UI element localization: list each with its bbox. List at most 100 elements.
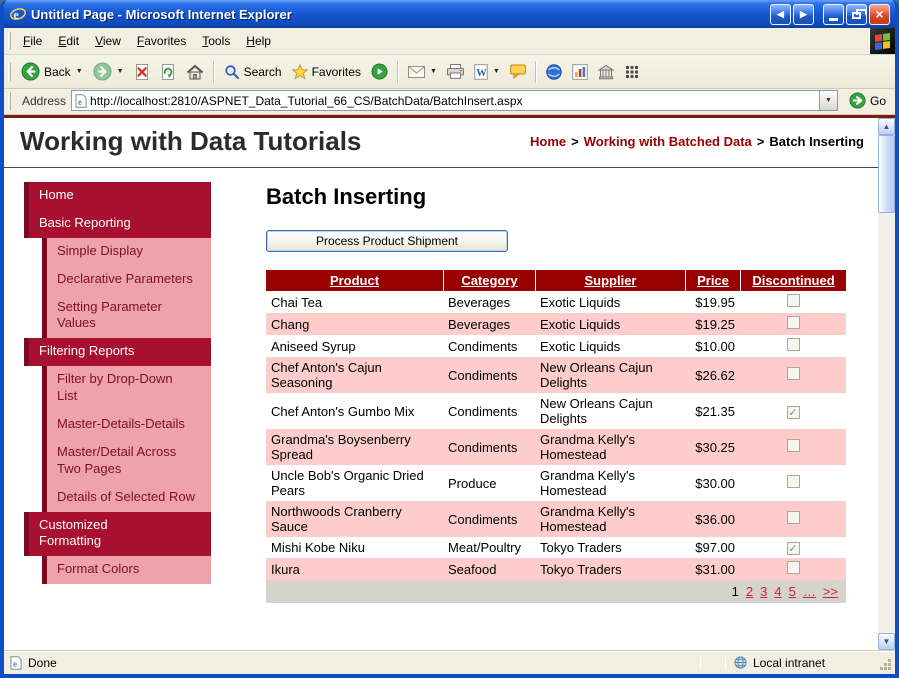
menu-edit[interactable]: Edit xyxy=(50,30,87,52)
favorites-button[interactable]: Favorites xyxy=(288,61,365,83)
mail-dropdown-chevron: ▼ xyxy=(430,68,437,75)
menu-view[interactable]: View xyxy=(87,30,129,52)
forward-button[interactable]: ▼ xyxy=(89,59,128,84)
pager-page-link[interactable]: 3 xyxy=(760,584,767,599)
toolbar-grip[interactable] xyxy=(8,32,11,50)
product-cell: Grandma's Boysenberry Spread xyxy=(266,429,443,465)
pager-current-page: 1 xyxy=(732,584,739,599)
supplier-cell: Tokyo Traders xyxy=(535,537,685,558)
sidebar-item[interactable]: Filter by Drop-Down List xyxy=(42,366,211,411)
pager-cell: 12345 … >> xyxy=(266,580,846,603)
discontinued-cell xyxy=(740,313,846,335)
menu-favorites[interactable]: Favorites xyxy=(129,30,194,52)
grid-button[interactable] xyxy=(620,61,644,83)
process-product-shipment-button[interactable]: Process Product Shipment xyxy=(266,230,508,252)
forward-icon xyxy=(93,62,112,81)
supplier-cell: Tokyo Traders xyxy=(535,558,685,580)
mail-button[interactable]: ▼ xyxy=(404,62,441,82)
sidebar-item[interactable]: Details of Selected Row xyxy=(42,484,211,512)
category-cell: Meat/Poultry xyxy=(443,537,535,558)
toolbar-grip[interactable] xyxy=(8,92,11,110)
minimize-button[interactable] xyxy=(823,4,844,25)
category-cell: Beverages xyxy=(443,313,535,335)
product-row: Northwoods Cranberry SauceCondimentsGran… xyxy=(266,501,846,537)
go-label: Go xyxy=(870,94,886,108)
discuss-button[interactable] xyxy=(506,61,530,82)
stop-button[interactable] xyxy=(130,61,154,83)
building-icon xyxy=(598,64,614,80)
discontinued-cell xyxy=(740,335,846,357)
media-button[interactable] xyxy=(367,60,392,83)
sidebar-nav: HomeBasic ReportingSimple DisplayDeclara… xyxy=(24,182,211,584)
column-header-product-link[interactable]: Product xyxy=(330,273,379,288)
sidebar-item[interactable]: Setting Parameter Values xyxy=(42,294,211,339)
price-cell: $10.00 xyxy=(685,335,740,357)
supplier-cell: Grandma Kelly's Homestead xyxy=(535,429,685,465)
window-resize-grip[interactable] xyxy=(878,653,893,672)
pager-page-link[interactable]: 2 xyxy=(746,584,753,599)
back-label: Back xyxy=(44,65,71,79)
menu-help[interactable]: Help xyxy=(238,30,279,52)
address-dropdown-button[interactable]: ▼ xyxy=(819,91,837,110)
column-header-discontinued-link[interactable]: Discontinued xyxy=(752,273,834,288)
menu-file[interactable]: File xyxy=(15,30,50,52)
scrollbar-thumb[interactable] xyxy=(878,135,895,213)
sidebar-item[interactable]: Home xyxy=(24,182,211,210)
breadcrumb-section-link[interactable]: Working with Batched Data xyxy=(584,134,752,149)
close-button[interactable]: × xyxy=(869,4,890,25)
pager-page-link[interactable]: 5 xyxy=(789,584,796,599)
category-cell: Seafood xyxy=(443,558,535,580)
refresh-button[interactable] xyxy=(156,61,180,83)
sidebar-item[interactable]: Filtering Reports xyxy=(24,338,211,366)
pager-ellipsis-link[interactable]: … xyxy=(803,584,816,599)
restore-button[interactable] xyxy=(846,4,867,25)
print-icon xyxy=(447,64,464,79)
scrollbar-down-button[interactable]: ▼ xyxy=(878,633,895,650)
sidebar-item[interactable]: Basic Reporting xyxy=(24,210,211,238)
sidebar-item[interactable]: Format Colors xyxy=(42,556,211,584)
edit-button[interactable]: W ▼ xyxy=(470,61,504,83)
go-button[interactable]: Go xyxy=(843,90,892,111)
price-cell: $31.00 xyxy=(685,558,740,580)
toolbar-grip[interactable] xyxy=(8,63,11,81)
pager-next-link[interactable]: >> xyxy=(823,584,838,599)
scrollbar-track[interactable] xyxy=(878,213,895,633)
discontinued-cell xyxy=(740,291,846,313)
favorites-label: Favorites xyxy=(312,65,361,79)
pager-page-link[interactable]: 4 xyxy=(774,584,781,599)
back-button[interactable]: Back ▼ xyxy=(17,59,87,84)
menu-tools[interactable]: Tools xyxy=(194,30,238,52)
discontinued-cell xyxy=(740,558,846,580)
chart-button[interactable] xyxy=(568,61,592,83)
address-input[interactable] xyxy=(90,94,816,108)
sidebar-item[interactable]: Master-Details-Details xyxy=(42,411,211,439)
building-button[interactable] xyxy=(594,61,618,83)
search-label: Search xyxy=(244,65,282,79)
search-button[interactable]: Search xyxy=(220,61,286,83)
column-header-price-link[interactable]: Price xyxy=(697,273,729,288)
column-header-category-link[interactable]: Category xyxy=(461,273,517,288)
sidebar-item[interactable]: Declarative Parameters xyxy=(42,266,211,294)
scrollbar-up-button[interactable]: ▲ xyxy=(878,118,895,135)
product-cell: Ikura xyxy=(266,558,443,580)
sidebar-item[interactable]: Simple Display xyxy=(42,238,211,266)
sidebar-item[interactable]: Customized Formatting xyxy=(24,512,211,557)
ie-logo-icon: e xyxy=(10,6,26,22)
print-button[interactable] xyxy=(443,61,468,82)
column-header-supplier-link[interactable]: Supplier xyxy=(584,273,636,288)
price-cell: $36.00 xyxy=(685,501,740,537)
products-table: Product Category Supplier Price Disconti… xyxy=(266,270,846,603)
titlebar-aux-left-button[interactable]: ◀ xyxy=(770,4,791,25)
svg-text:e: e xyxy=(13,8,19,22)
price-cell: $19.25 xyxy=(685,313,740,335)
edit-word-icon: W xyxy=(474,64,488,80)
breadcrumb-home-link[interactable]: Home xyxy=(530,134,566,149)
page-icon: e xyxy=(75,94,87,108)
titlebar-aux-right-button[interactable]: ▶ xyxy=(793,4,814,25)
messenger-button[interactable] xyxy=(542,61,566,83)
home-button[interactable] xyxy=(182,61,208,83)
sidebar-item[interactable]: Master/Detail Across Two Pages xyxy=(42,439,211,484)
titlebar: e Untitled Page - Microsoft Internet Exp… xyxy=(4,0,895,28)
breadcrumb: Home > Working with Batched Data > Batch… xyxy=(530,134,864,149)
toolbar-separator xyxy=(397,61,399,83)
